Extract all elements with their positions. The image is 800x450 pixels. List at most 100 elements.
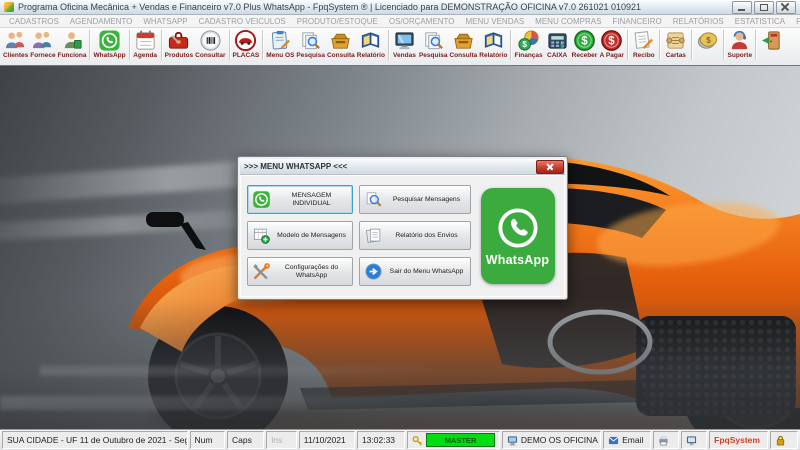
searchdocs-icon [422, 29, 445, 52]
window-title: Programa Oficina Mecânica + Vendas e Fin… [18, 2, 642, 12]
cashier-icon: $ [546, 29, 569, 52]
dialog-button-label: Sair do Menu WhatsApp [389, 267, 464, 275]
exit-button[interactable] [758, 29, 785, 52]
products-button[interactable]: Produtos [164, 29, 195, 60]
status-system-name: DEMO OS OFICINA 7.0 [501, 431, 602, 449]
svg-text:$: $ [609, 36, 616, 48]
message-template-button[interactable]: Modelo de Mensagens [247, 221, 353, 250]
menu-item-label: FINANCEIRO [612, 16, 662, 26]
suppliers-button[interactable]: Fornece [29, 29, 56, 60]
status-bar: SUA CIDADE - UF 11 de Outubro de 2021 - … [0, 429, 800, 450]
payables-button[interactable]: $ A Pagar [598, 29, 625, 60]
toolbar-separator [128, 30, 130, 60]
maximize-button[interactable] [754, 0, 774, 14]
toolbar-button-label: Relatório [356, 52, 385, 59]
toolbar-button-label: Consulta [326, 52, 355, 59]
cashier-button[interactable]: $ CAIXA [544, 29, 571, 60]
toolbar-button-label: Funciona [57, 52, 87, 59]
menu-vendas[interactable]: MENU VENDAS [460, 17, 529, 26]
status-location-date: SUA CIDADE - UF 11 de Outubro de 2021 - … [2, 431, 188, 449]
finance-button[interactable]: $ Finanças [513, 29, 543, 60]
send-report-button[interactable]: Relatório dos Envios [359, 221, 471, 250]
menu-bar: CADASTROS AGENDAMENTO WHATSAPP CADASTRO VEI… [0, 15, 800, 28]
menu-whatsapp[interactable]: WHATSAPP [138, 17, 192, 26]
toolbar-separator [89, 30, 91, 60]
menu-item-label: MENU VENDAS [465, 16, 525, 26]
dialog-button-label: MENSAGEM INDIVIDUAL [291, 191, 332, 207]
close-button[interactable] [776, 0, 796, 14]
search-messages-button[interactable]: Pesquisar Mensagens [359, 185, 471, 214]
exit-whatsapp-menu-button[interactable]: Sair do Menu WhatsApp [359, 257, 471, 286]
barcode-icon [199, 29, 222, 52]
menu-os-orcamento[interactable]: OS/ORÇAMENTO [384, 17, 460, 26]
menu-cadastro-veiculos[interactable]: CADASTRO VEICULOS [194, 17, 291, 26]
receivables-button[interactable]: $ Receber [571, 29, 599, 60]
license-plates-button[interactable]: PLACAS [232, 29, 261, 60]
report-pages-icon [364, 226, 383, 245]
whatsapp-button[interactable]: WhatsApp [92, 29, 126, 60]
menu-produto-estoque[interactable]: PRODUTO/ESTOQUE [292, 17, 383, 26]
support-button[interactable]: Suporte [726, 29, 753, 60]
dialog-title-bar[interactable]: >>> MENU WHATSAPP <<< [240, 159, 565, 175]
toolbar-separator [755, 30, 757, 60]
menu-item-label: CADASTROS [9, 16, 59, 26]
status-segment-text: DEMO OS OFICINA 7.0 [520, 435, 600, 445]
status-insert: Ins [266, 431, 297, 449]
menu-compras[interactable]: MENU COMPRAS [530, 17, 606, 26]
letters-button[interactable]: Cartas [662, 29, 689, 60]
lock-icon [775, 435, 786, 446]
svg-text:$: $ [560, 42, 564, 49]
consult-products-button[interactable]: Consultar [194, 29, 226, 60]
service-order-menu-button[interactable]: Menu OS [265, 29, 295, 60]
toolbar-button-label: Consultar [195, 52, 226, 59]
exit-arrow-icon [364, 262, 383, 281]
app-icon [4, 2, 14, 12]
sales-consult-button[interactable]: Consulta [448, 29, 478, 60]
menu-financeiro[interactable]: FINANCEIRO [607, 17, 666, 26]
menu-estatistica[interactable]: ESTATISTICA [730, 17, 790, 26]
status-segment-text: SUA CIDADE - UF 11 de Outubro de 2021 - … [7, 435, 187, 445]
dialog-close-button[interactable] [536, 159, 564, 174]
dialog-title: >>> MENU WHATSAPP <<< [244, 162, 348, 171]
svg-text:$: $ [707, 36, 712, 45]
studio-floor [0, 299, 800, 429]
individual-message-button[interactable]: MENSAGEM INDIVIDUAL [247, 185, 353, 214]
os-consult-button[interactable]: Consulta [326, 29, 356, 60]
whatsapp-icon [252, 190, 271, 209]
menu-item-label: ESTATISTICA [734, 16, 786, 26]
toolbar-button-label: Cartas [665, 52, 686, 59]
toolbar-button-label: Vendas [393, 52, 416, 59]
status-segment-text: FpqSystem [714, 435, 760, 445]
status-time: 13:02:33 [356, 431, 406, 449]
menu-relatorios[interactable]: RELATÓRIOS [668, 17, 729, 26]
dialog-button-column-left: MENSAGEM INDIVIDUAL Modelo de Mensagens Co… [247, 185, 353, 286]
toolbar-button-label: Recibo [632, 52, 655, 59]
sales-button[interactable]: Vendas [391, 29, 418, 60]
minimize-button[interactable] [732, 0, 752, 14]
menu-agendamento[interactable]: AGENDAMENTO [65, 17, 138, 26]
agenda-button[interactable]: Agenda [132, 29, 159, 60]
dialog-button-column-right: Pesquisar Mensagens Relatório dos Envios S… [359, 185, 471, 286]
printer-icon [658, 435, 669, 446]
sales-report-button[interactable]: Relatório [478, 29, 508, 60]
toolbar-button-label: PLACAS [232, 52, 260, 59]
os-report-button[interactable]: Relatório [356, 29, 386, 60]
clients-button[interactable]: Clientes [2, 29, 29, 60]
status-segment-text: Caps [232, 435, 252, 445]
workorder-icon [269, 29, 292, 52]
menu-ferramentas[interactable]: FERRAMENTAS [791, 17, 800, 26]
coin-button[interactable]: $ [694, 29, 721, 52]
coin-green-icon: $ [573, 29, 596, 52]
status-user-badge: MASTER [407, 431, 500, 449]
calendar-icon [134, 29, 157, 52]
menu-cadastros[interactable]: CADASTROS [4, 17, 64, 26]
os-search-button[interactable]: Pesquisa [295, 29, 326, 60]
receipt-button[interactable]: Recibo [630, 29, 657, 60]
employees-icon [61, 29, 84, 52]
status-lock-icon [770, 431, 798, 449]
toolbar-button-label: Suporte [727, 52, 753, 59]
whatsapp-settings-button[interactable]: Configurações do WhatsApp [247, 257, 353, 286]
employees-button[interactable]: Funciona [57, 29, 88, 60]
key-icon [412, 435, 423, 446]
sales-search-button[interactable]: Pesquisa [418, 29, 449, 60]
